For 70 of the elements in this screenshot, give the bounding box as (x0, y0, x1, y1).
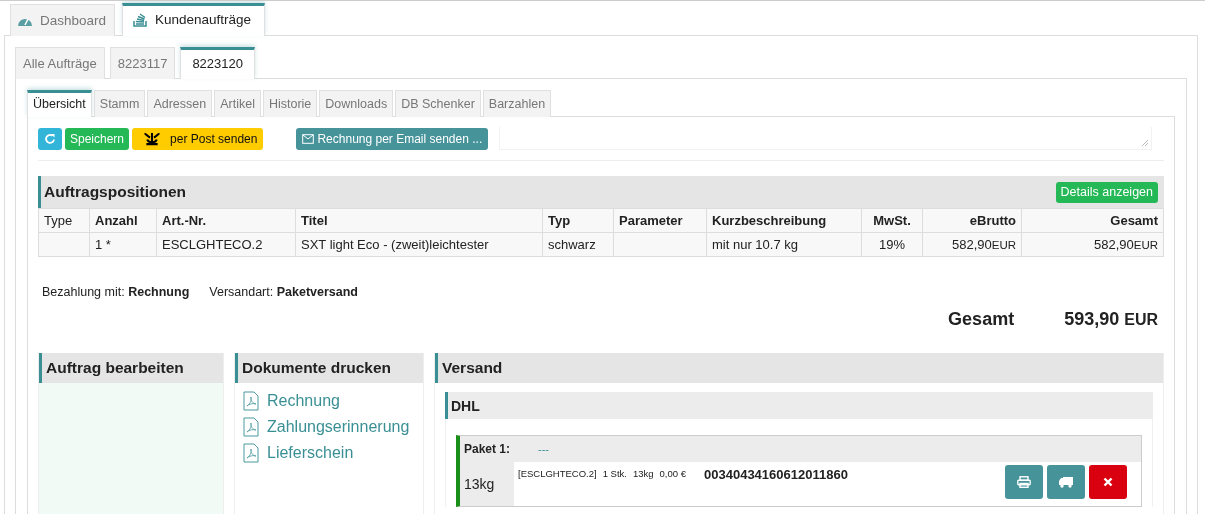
table-cell: mit nur 10.7 kg (712, 237, 798, 252)
package-content: [ESCLGHTECO.2] (518, 468, 597, 479)
panel-header: Auftrag bearbeiten (39, 353, 223, 383)
table-cell: 582,90EUR (951, 237, 1016, 252)
section-tab[interactable]: DB Schenker (395, 90, 481, 117)
truck-button[interactable] (1047, 465, 1085, 499)
printer-icon (1017, 476, 1031, 488)
section-tab[interactable]: Übersicht (27, 90, 92, 117)
order-tab[interactable]: 8223117 (109, 47, 176, 79)
shipping-method-info: Versandart: Paketversand (209, 285, 358, 299)
document-link[interactable]: Zahlungserinnerung (243, 417, 423, 437)
document-link[interactable]: Lieferschein (243, 443, 423, 463)
column-header: Anzahl (89, 208, 157, 233)
main-tab[interactable]: Dashboard (10, 4, 116, 36)
column-header: MwSt. (861, 208, 923, 233)
section-title: Auftragspositionen (44, 183, 187, 201)
table-cell: 582,90EUR (1093, 237, 1158, 252)
details-button[interactable]: Details anzeigen (1055, 181, 1158, 203)
column-header: Art.-Nr. (156, 208, 296, 233)
truck-icon (1058, 476, 1074, 488)
column-header: Titel (295, 208, 543, 233)
resize-grip-icon[interactable] (1141, 139, 1149, 147)
total-label: Gesamt (948, 309, 1015, 330)
section-tab[interactable]: Adressen (147, 90, 213, 117)
panel-header: Dokumente drucken (235, 353, 423, 383)
package-content: 0,00 € (659, 468, 686, 479)
pdf-file-icon (243, 391, 259, 411)
table-cell: 1 * (95, 237, 111, 252)
table-cell: 19% (879, 237, 905, 252)
note-field[interactable] (499, 127, 1152, 150)
package-link[interactable]: --- (538, 443, 550, 455)
close-icon (1103, 477, 1113, 487)
total-amount: 593,90 EUR (1064, 309, 1158, 330)
table-cell: ESCLGHTECO.2 (162, 237, 263, 252)
payment-info: Bezahlung mit: Rechnung (42, 285, 190, 299)
column-header: eBrutto (922, 208, 1022, 233)
stack-icon (132, 12, 149, 27)
order-tab[interactable]: Alle Aufträge (15, 47, 105, 79)
save-button[interactable]: Speichern (65, 127, 130, 150)
section-tab[interactable]: Historie (262, 90, 318, 117)
column-header: Gesamt (1021, 208, 1164, 233)
tracking-number: 00340434160612011860 (704, 466, 848, 482)
table-cell: schwarz (548, 237, 596, 252)
order-tab[interactable]: 8223120 (180, 47, 255, 79)
package-weight: 13kg (460, 462, 514, 506)
table-cell: SXT light Eco - (zweit)leichtester (301, 237, 489, 252)
package-content: 13kg (632, 468, 654, 479)
refresh-button[interactable] (38, 127, 62, 150)
carrier-header: DHL (445, 392, 1153, 419)
document-link[interactable]: Rechnung (243, 391, 423, 411)
envelope-icon (302, 133, 315, 144)
pdf-file-icon (243, 417, 259, 437)
pdf-file-icon (243, 443, 259, 463)
email-send-button[interactable]: Rechnung per Email senden ... (296, 127, 489, 150)
package-label: Paket 1: (464, 442, 511, 456)
column-header: Type (38, 208, 90, 233)
refresh-icon (44, 132, 56, 145)
column-header: Typ (542, 208, 614, 233)
post-send-button[interactable]: per Post senden (132, 127, 264, 150)
column-header: Kurzbeschreibung (706, 208, 862, 233)
section-tab[interactable]: Stamm (93, 90, 146, 117)
section-tab[interactable]: Artikel (214, 90, 261, 117)
section-tab[interactable]: Downloads (319, 90, 394, 117)
main-tab[interactable]: Kundenaufträge (122, 3, 266, 36)
section-tab[interactable]: Barzahlen (482, 90, 552, 117)
panel-header: Versand (435, 353, 1163, 383)
delete-button[interactable] (1089, 465, 1127, 499)
column-header: Parameter (613, 208, 707, 233)
package-content: 1 Stk. (602, 468, 627, 479)
print-button[interactable] (1005, 465, 1043, 499)
